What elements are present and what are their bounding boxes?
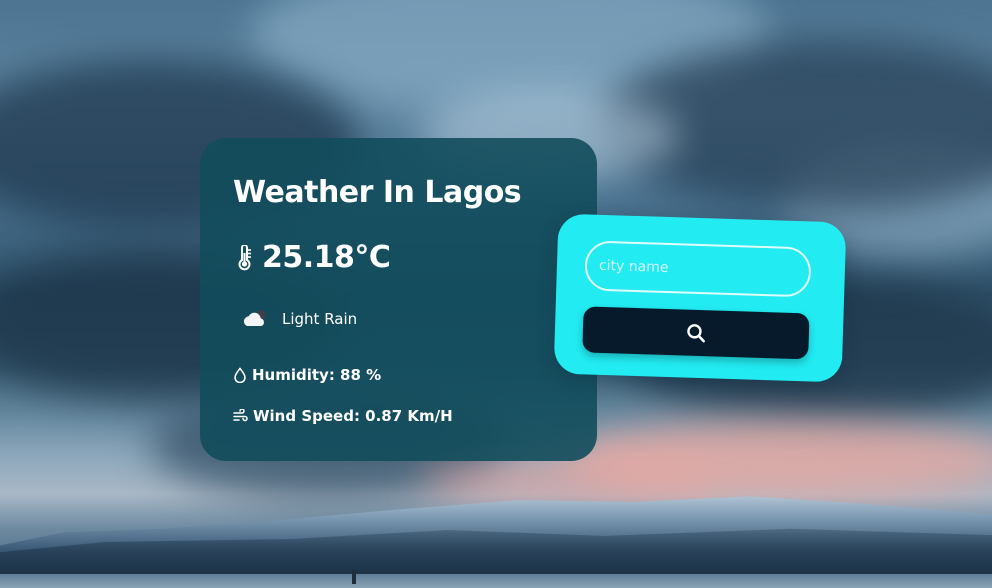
weather-card: Weather In Lagos 25.18°C Light Rain Humi… [200, 138, 597, 461]
cloud-rain-icon [242, 308, 270, 330]
search-button[interactable] [582, 306, 810, 360]
temperature-value: 25.18°C [262, 240, 391, 275]
humidity-text: Humidity: 88 % [252, 366, 382, 384]
search-icon [686, 323, 707, 344]
temperature-row: 25.18°C [236, 238, 391, 278]
droplet-icon [233, 367, 247, 383]
condition-text: Light Rain [282, 310, 358, 328]
search-card [553, 213, 847, 383]
condition-row: Light Rain [242, 308, 357, 330]
wind-speed-text: Wind Speed: 0.87 Km/H [253, 407, 453, 425]
wind-icon [233, 409, 248, 423]
city-search-input[interactable] [584, 240, 812, 298]
wind-row: Wind Speed: 0.87 Km/H [233, 405, 453, 427]
weather-title: Weather In Lagos [233, 175, 522, 210]
humidity-row: Humidity: 88 % [233, 364, 381, 386]
thermometer-icon [236, 245, 252, 271]
